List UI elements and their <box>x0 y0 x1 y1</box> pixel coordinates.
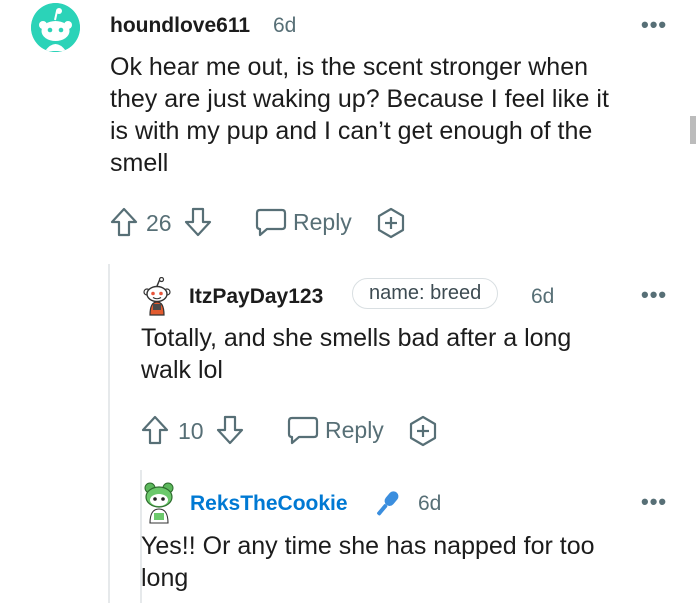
comment-body: Yes!! Or any time she has napped for too… <box>141 530 661 594</box>
microphone-icon <box>377 491 399 516</box>
upvote-button[interactable] <box>110 207 138 237</box>
thread-line[interactable] <box>108 264 110 603</box>
comment-timestamp: 6d <box>273 14 297 37</box>
award-button[interactable] <box>375 207 407 239</box>
comment-text-line: Ok hear me out, is the scent stronger wh… <box>110 53 589 81</box>
comment-text-line: is with my pup and I can’t get enough of… <box>110 117 593 145</box>
downvote-button[interactable] <box>216 415 244 445</box>
comment-text-line: Yes!! Or any time she has napped for too <box>141 532 595 560</box>
vote-count: 26 <box>146 210 172 236</box>
chat-bubble-icon <box>255 208 287 237</box>
comment-body: Ok hear me out, is the scent stronger wh… <box>110 51 670 179</box>
more-options-button[interactable]: ••• <box>641 491 667 513</box>
avatar[interactable] <box>31 3 80 52</box>
reply-button[interactable]: Reply <box>287 415 384 445</box>
award-plus-icon <box>409 415 437 447</box>
more-options-button[interactable]: ••• <box>641 14 667 36</box>
downvote-arrow-icon <box>184 207 212 237</box>
comment-username[interactable]: ReksTheCookie <box>190 492 348 516</box>
award-button[interactable] <box>407 415 439 447</box>
microphone-badge <box>370 487 404 521</box>
comment-timestamp: 6d <box>418 492 442 515</box>
comment-text-line: long <box>141 564 189 592</box>
comment-text-line: walk lol <box>141 356 223 384</box>
award-plus-icon <box>377 207 405 239</box>
comment-username[interactable]: houndlove611 <box>110 14 250 38</box>
scrollbar-thumb[interactable] <box>690 116 696 144</box>
comment-timestamp: 6d <box>531 285 555 308</box>
reddit-snoo-icon <box>144 482 174 524</box>
comment-text-line: Totally, and she smells bad after a long <box>141 324 572 352</box>
downvote-button[interactable] <box>184 207 212 237</box>
comment-text-line: smell <box>110 149 169 177</box>
comment-body: Totally, and she smells bad after a long… <box>141 322 661 386</box>
user-flair: name: breed <box>352 278 499 309</box>
avatar[interactable] <box>141 277 173 317</box>
reply-label: Reply <box>293 208 352 235</box>
reply-button[interactable]: Reply <box>255 207 352 237</box>
avatar[interactable] <box>142 482 176 524</box>
upvote-arrow-icon <box>110 207 138 237</box>
more-options-button[interactable]: ••• <box>641 284 667 306</box>
reddit-snoo-icon <box>143 277 171 316</box>
upvote-arrow-icon <box>141 415 169 445</box>
chat-bubble-icon <box>287 416 319 445</box>
reply-label: Reply <box>325 416 384 443</box>
downvote-arrow-icon <box>216 415 244 445</box>
vote-count: 10 <box>178 418 204 444</box>
comment-username[interactable]: ItzPayDay123 <box>189 285 323 309</box>
reddit-snoo-icon <box>31 3 80 52</box>
upvote-button[interactable] <box>141 415 169 445</box>
comment-text-line: they are just waking up? Because I feel … <box>110 85 609 113</box>
